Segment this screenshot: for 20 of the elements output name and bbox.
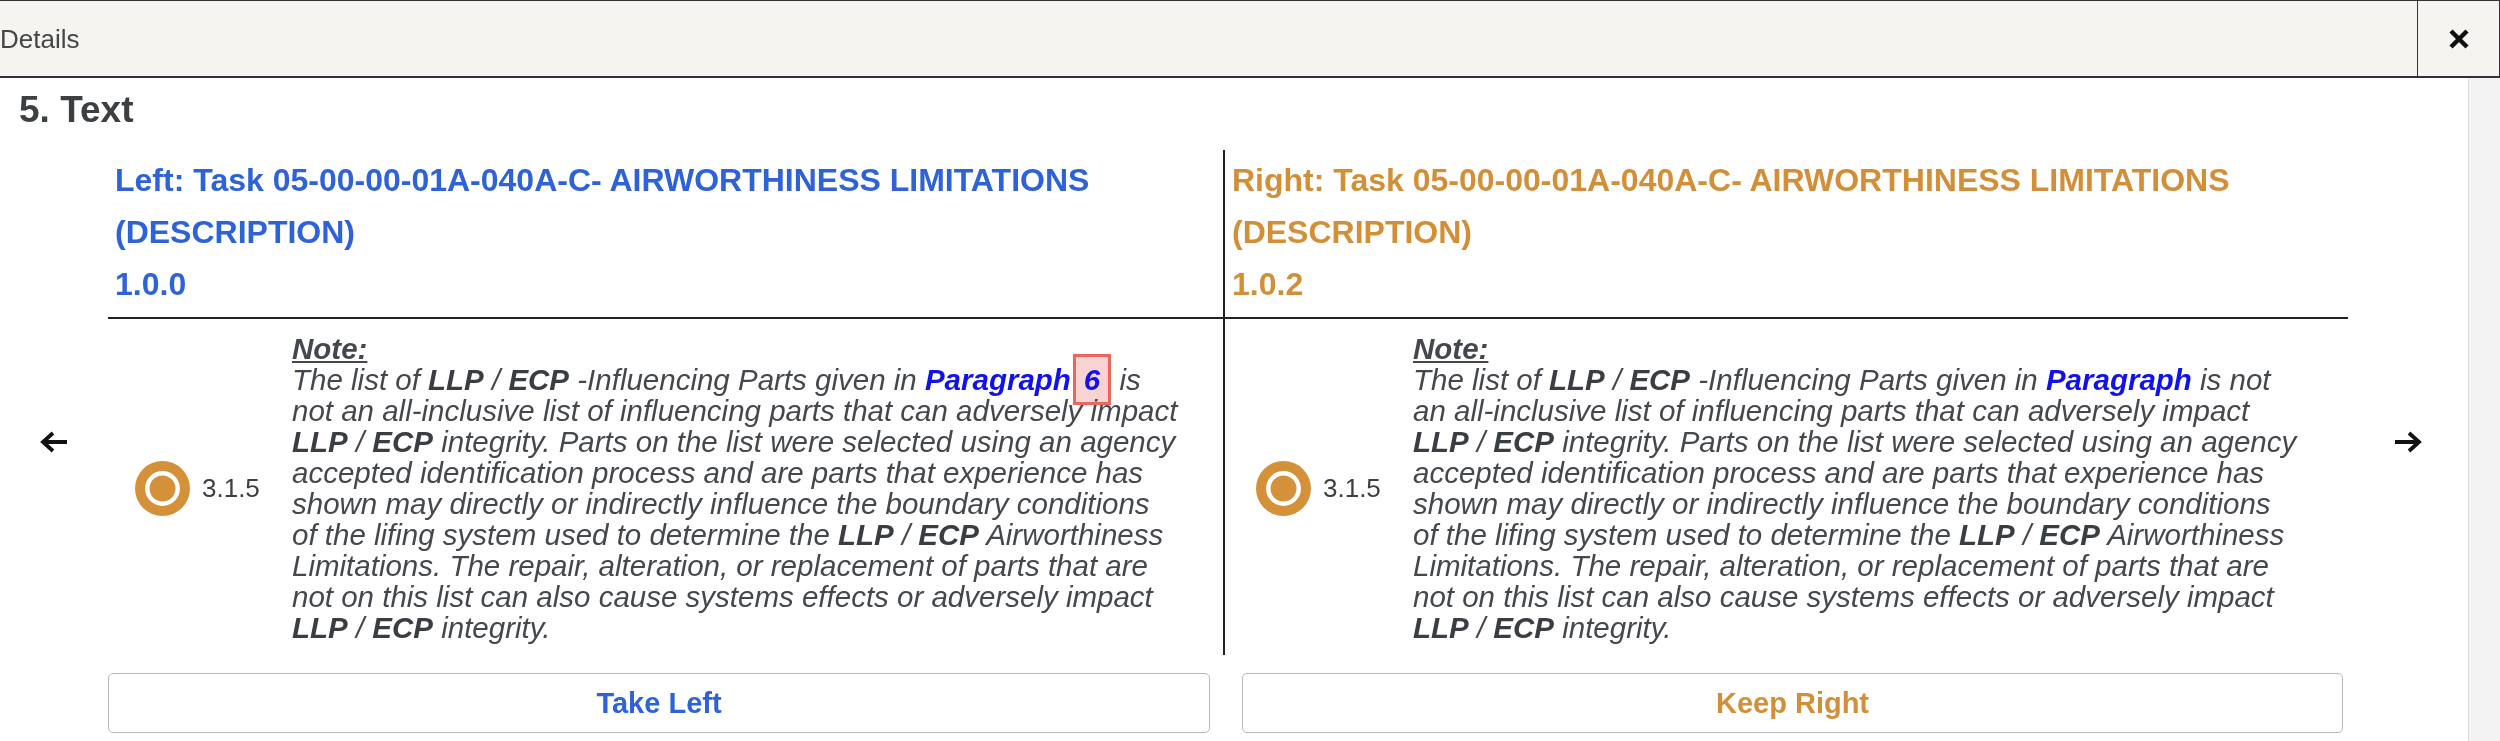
- note-label: Note:: [1413, 333, 1489, 364]
- right-arrow-icon[interactable]: [2394, 430, 2422, 453]
- close-icon: [2447, 27, 2470, 50]
- version-label: 1.0.2: [1232, 265, 1304, 304]
- left-arrow-icon[interactable]: [40, 430, 68, 453]
- note-label: Note:: [292, 333, 368, 364]
- paragraph-link[interactable]: Paragraph: [2045, 363, 2192, 396]
- status-ring-icon: [135, 460, 190, 516]
- item-number: 3.1.5: [1323, 472, 1382, 504]
- status-ring-icon: [1256, 460, 1311, 516]
- scrollbar[interactable]: [2468, 78, 2500, 741]
- task-title: Left: Task 05-00-00-01A-040A-C- AIRWORTHINESS LIMITATIONS (DESCRIPTION): [115, 161, 1091, 252]
- task-title: Right: Task 05-00-00-01A-040A-C- AIRWORTHINESS LIMITATIONS (DESCRIPTION): [1232, 161, 2231, 252]
- note-text: The list of LLP / ECP -Influencing Parts given in Paragraph is not an all-inclusive list of influencing parts that can adversely impact LLP / ECP integrity. Parts on the list were selected using an agency accepted identification process and are parts that experience has shown may directly or indirectly influence the boundary conditions of the lifing system used to determine the LLP / ECP Airworthiness Limitations. The repair, alteration, or replacement of parts that are not on this list can also cause systems effects or adversely impact LLP / ECP integrity.: [1413, 364, 2299, 643]
- dialog-title: Details: [0, 22, 80, 55]
- item-number: 3.1.5: [202, 472, 261, 504]
- section-heading: 5. Text: [19, 88, 134, 132]
- take-left-button[interactable]: Take Left: [108, 673, 1210, 733]
- paragraph-link[interactable]: Paragraph: [924, 363, 1071, 396]
- version-label: 1.0.0: [115, 265, 187, 304]
